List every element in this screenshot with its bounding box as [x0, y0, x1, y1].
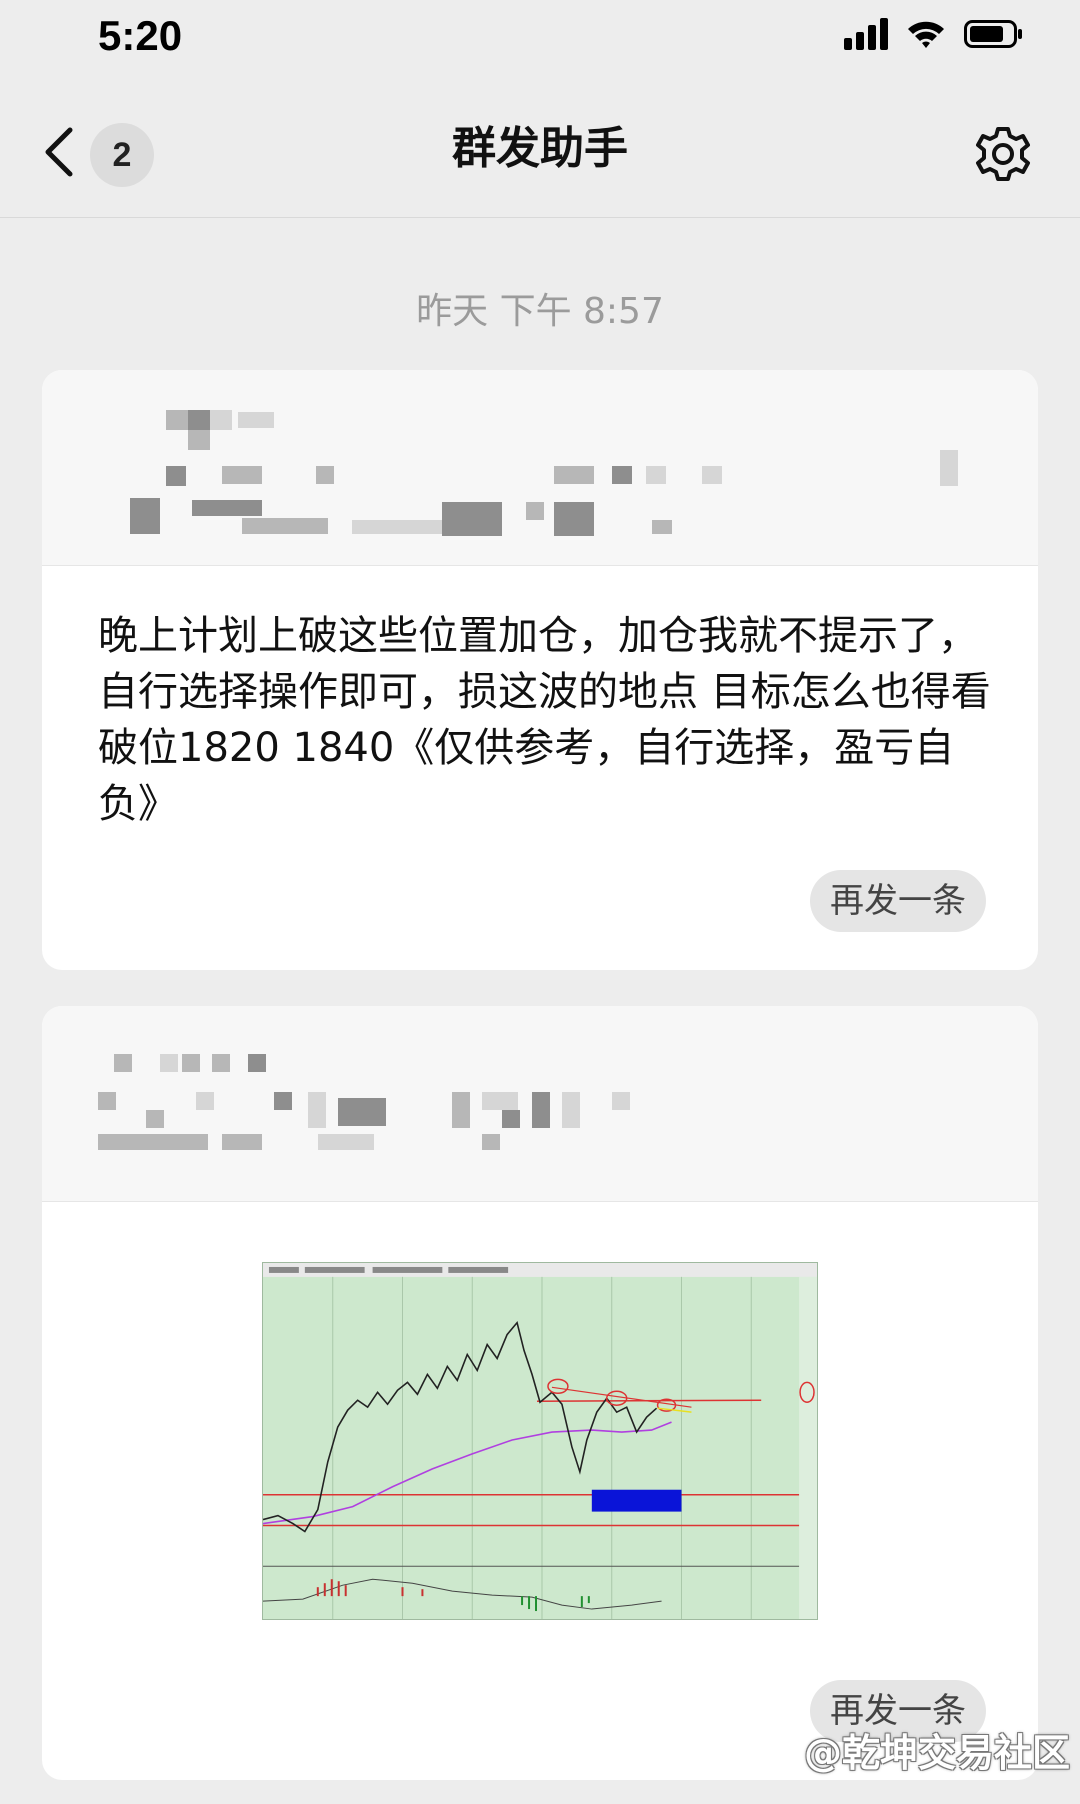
- pixelated-block: [248, 1054, 266, 1072]
- pixelated-block: [166, 410, 188, 430]
- page-title: 群发助手: [452, 123, 628, 174]
- status-time: 5:20: [98, 12, 183, 59]
- battery-icon: [964, 18, 1024, 50]
- pixelated-block: [502, 1110, 520, 1128]
- wifi-icon: [906, 18, 946, 50]
- pixelated-block: [562, 1092, 580, 1128]
- pixelated-block: [166, 466, 186, 486]
- pixelated-block: [212, 1054, 230, 1072]
- pixelated-block: [222, 1134, 262, 1150]
- pixelated-block: [182, 1054, 200, 1072]
- pixelated-block: [612, 1092, 630, 1110]
- gear-icon[interactable]: [974, 125, 1032, 183]
- pixelated-block: [146, 1110, 164, 1128]
- resend-button[interactable]: 再发一条: [810, 870, 986, 932]
- broadcast-message-card: 晚上计划上破这些位置加仓，加仓我就不提示了，自行选择操作即可，损这波的地点 目标…: [42, 370, 1038, 970]
- pixelated-block: [242, 518, 328, 534]
- watermark-text: @乾坤交易社区: [803, 1731, 1070, 1775]
- pixelated-block: [352, 520, 442, 534]
- pixelated-block: [702, 466, 722, 484]
- pixelated-block: [940, 450, 958, 486]
- pixelated-block: [318, 1134, 374, 1150]
- candlestick-chart-image[interactable]: [262, 1262, 818, 1620]
- nav-bar: 2 群发助手: [0, 80, 1080, 218]
- pixelated-block: [130, 498, 160, 534]
- broadcast-message-card: 再发一条: [42, 1006, 1038, 1780]
- pixelated-block: [188, 430, 210, 450]
- pixelated-block: [274, 1092, 292, 1110]
- pixelated-block: [482, 1134, 500, 1150]
- unread-count-badge[interactable]: 2: [90, 123, 154, 187]
- pixelated-block: [222, 466, 262, 484]
- pixelated-block: [238, 412, 274, 428]
- chevron-left-icon[interactable]: [40, 126, 80, 178]
- pixelated-block: [532, 1092, 550, 1128]
- pixelated-block: [98, 1092, 116, 1110]
- recipients-list-pixelated: [42, 1006, 1038, 1202]
- pixelated-block: [308, 1092, 326, 1128]
- pixelated-block: [196, 1092, 214, 1110]
- pixelated-block: [192, 500, 262, 516]
- pixelated-block: [188, 410, 210, 430]
- recipients-list-pixelated: [42, 370, 1038, 566]
- pixelated-block: [98, 1134, 208, 1150]
- status-bar: 5:20: [0, 0, 1080, 80]
- pixelated-block: [526, 502, 544, 520]
- pixelated-block: [554, 502, 594, 536]
- message-text: 晚上计划上破这些位置加仓，加仓我就不提示了，自行选择操作即可，损这波的地点 目标…: [98, 613, 991, 827]
- pixelated-block: [652, 520, 672, 534]
- pixelated-block: [452, 1092, 470, 1128]
- pixelated-block: [612, 466, 632, 484]
- pixelated-block: [316, 466, 334, 484]
- pixelated-block: [114, 1054, 132, 1072]
- cellular-signal-icon: [844, 18, 888, 50]
- pixelated-block: [442, 502, 502, 536]
- pixelated-block: [210, 410, 232, 430]
- message-timestamp: 昨天 下午 8:57: [416, 291, 664, 332]
- pixelated-block: [646, 466, 666, 484]
- pixelated-block: [554, 466, 594, 484]
- pixelated-block: [482, 1092, 518, 1110]
- pixelated-block: [160, 1054, 178, 1072]
- status-icons: [844, 18, 1024, 50]
- pixelated-block: [338, 1098, 386, 1126]
